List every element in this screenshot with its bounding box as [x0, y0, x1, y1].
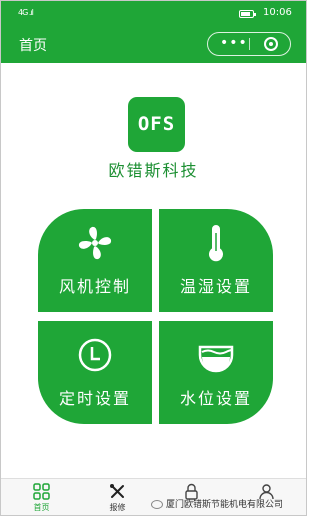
- brand-name: 欧错斯科技: [108, 161, 199, 180]
- fan-control-label: 风机控制: [58, 277, 131, 296]
- grid-icon: [33, 483, 50, 500]
- clock-time: 10:06: [263, 7, 292, 18]
- watermark: 厦门欧错斯节能机电有限公司: [151, 497, 306, 511]
- app-frame: 4G .ıl 10:06 首页 ••• OFS 欧错斯科技 风机控制 温湿设置 …: [0, 0, 307, 516]
- capsule-divider: [249, 38, 250, 50]
- nav-bar: 首页 •••: [1, 25, 306, 63]
- water-level-label: 水位设置: [179, 389, 252, 408]
- water-level-icon: [198, 345, 234, 373]
- watermark-text: 厦门欧错斯节能机电有限公司: [166, 500, 284, 510]
- thermometer-icon: [209, 225, 223, 262]
- temp-humidity-tile[interactable]: 温湿设置: [159, 209, 273, 312]
- wrench-icon: [110, 484, 124, 498]
- brand-logo: OFS: [128, 97, 185, 152]
- water-level-tile[interactable]: 水位设置: [159, 321, 273, 424]
- clock-icon: [78, 338, 112, 372]
- close-miniprogram-button[interactable]: [264, 37, 278, 51]
- tab-repair-label: 报修: [109, 503, 126, 512]
- tab-home[interactable]: 首页: [11, 479, 72, 515]
- signal-indicator: 4G .ıl: [18, 8, 34, 17]
- timer-settings-tile[interactable]: 定时设置: [38, 321, 152, 424]
- miniprogram-capsule: •••: [207, 32, 291, 56]
- more-button[interactable]: •••: [220, 35, 248, 51]
- fan-icon: [78, 226, 112, 260]
- wechat-icon: [151, 500, 163, 509]
- battery-icon: [239, 10, 256, 18]
- fan-control-tile[interactable]: 风机控制: [38, 209, 152, 312]
- timer-settings-label: 定时设置: [58, 389, 131, 408]
- temp-humidity-label: 温湿设置: [179, 277, 252, 296]
- page-title: 首页: [19, 38, 47, 54]
- tab-repair[interactable]: 报修: [87, 479, 148, 515]
- status-bar: 4G .ıl 10:06: [1, 1, 306, 25]
- tab-home-label: 首页: [33, 503, 50, 512]
